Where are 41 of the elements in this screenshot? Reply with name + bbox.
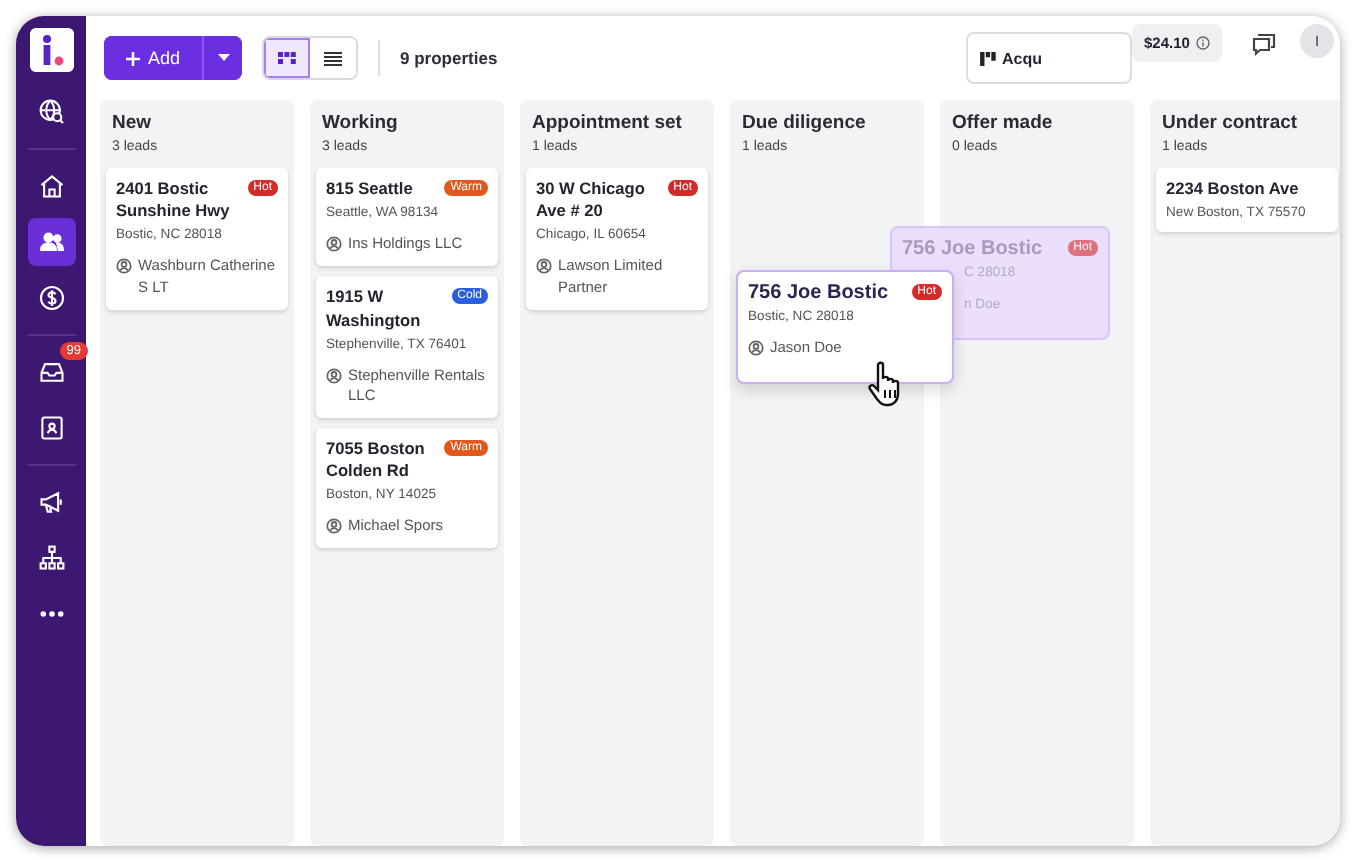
caret-icon <box>217 54 230 62</box>
owner-icon <box>326 518 342 535</box>
card-title: 2401 Bostic Sunshine Hwy <box>116 178 232 223</box>
list-view-icon <box>324 49 343 67</box>
inbox-icon <box>37 358 65 386</box>
owner-icon <box>116 258 132 275</box>
column-title: Due diligence <box>742 112 868 134</box>
board-icon <box>980 51 996 65</box>
plus-icon <box>126 51 140 65</box>
owner-icon <box>326 367 342 384</box>
chat-icon[interactable] <box>1252 32 1276 56</box>
board-view-icon <box>278 49 297 67</box>
info-icon <box>1195 36 1210 50</box>
sitemap-icon <box>37 544 65 572</box>
column-title: Under contract <box>1162 112 1300 134</box>
column-title: Appointment set <box>532 112 684 134</box>
add-menu-button[interactable] <box>202 36 243 80</box>
home-icon <box>37 172 65 200</box>
owner-icon <box>536 258 552 275</box>
property-count: 9 properties <box>400 48 498 68</box>
owner-icon <box>748 340 764 356</box>
nav-item[interactable] <box>27 218 75 266</box>
card-title: 30 W Chicago Ave # 20 <box>536 178 647 223</box>
column-title: New <box>112 112 154 134</box>
column-title: Working <box>322 112 400 134</box>
contact-icon <box>37 414 65 442</box>
card-title: 7055 Boston Colden Rd <box>326 437 427 483</box>
dollar-icon <box>37 284 65 312</box>
card-title: 756 Joe Bostic <box>748 282 889 304</box>
megaphone-icon <box>37 488 65 516</box>
owner-icon <box>326 236 342 253</box>
view-toggle[interactable] <box>264 38 311 78</box>
card-title: 2234 Boston Ave <box>1166 178 1299 201</box>
column-title: Offer made <box>952 112 1055 134</box>
logo-icon[interactable] <box>29 28 73 72</box>
people-icon <box>37 228 65 256</box>
card-title: 815 Seattle <box>326 178 413 201</box>
card-title: 1915 W Washington <box>326 286 423 332</box>
globe-search-icon <box>37 98 65 126</box>
card-title: 756 Joe Bostic <box>902 238 1043 260</box>
pipeline-dropdown[interactable]: Acqu <box>966 32 1132 84</box>
